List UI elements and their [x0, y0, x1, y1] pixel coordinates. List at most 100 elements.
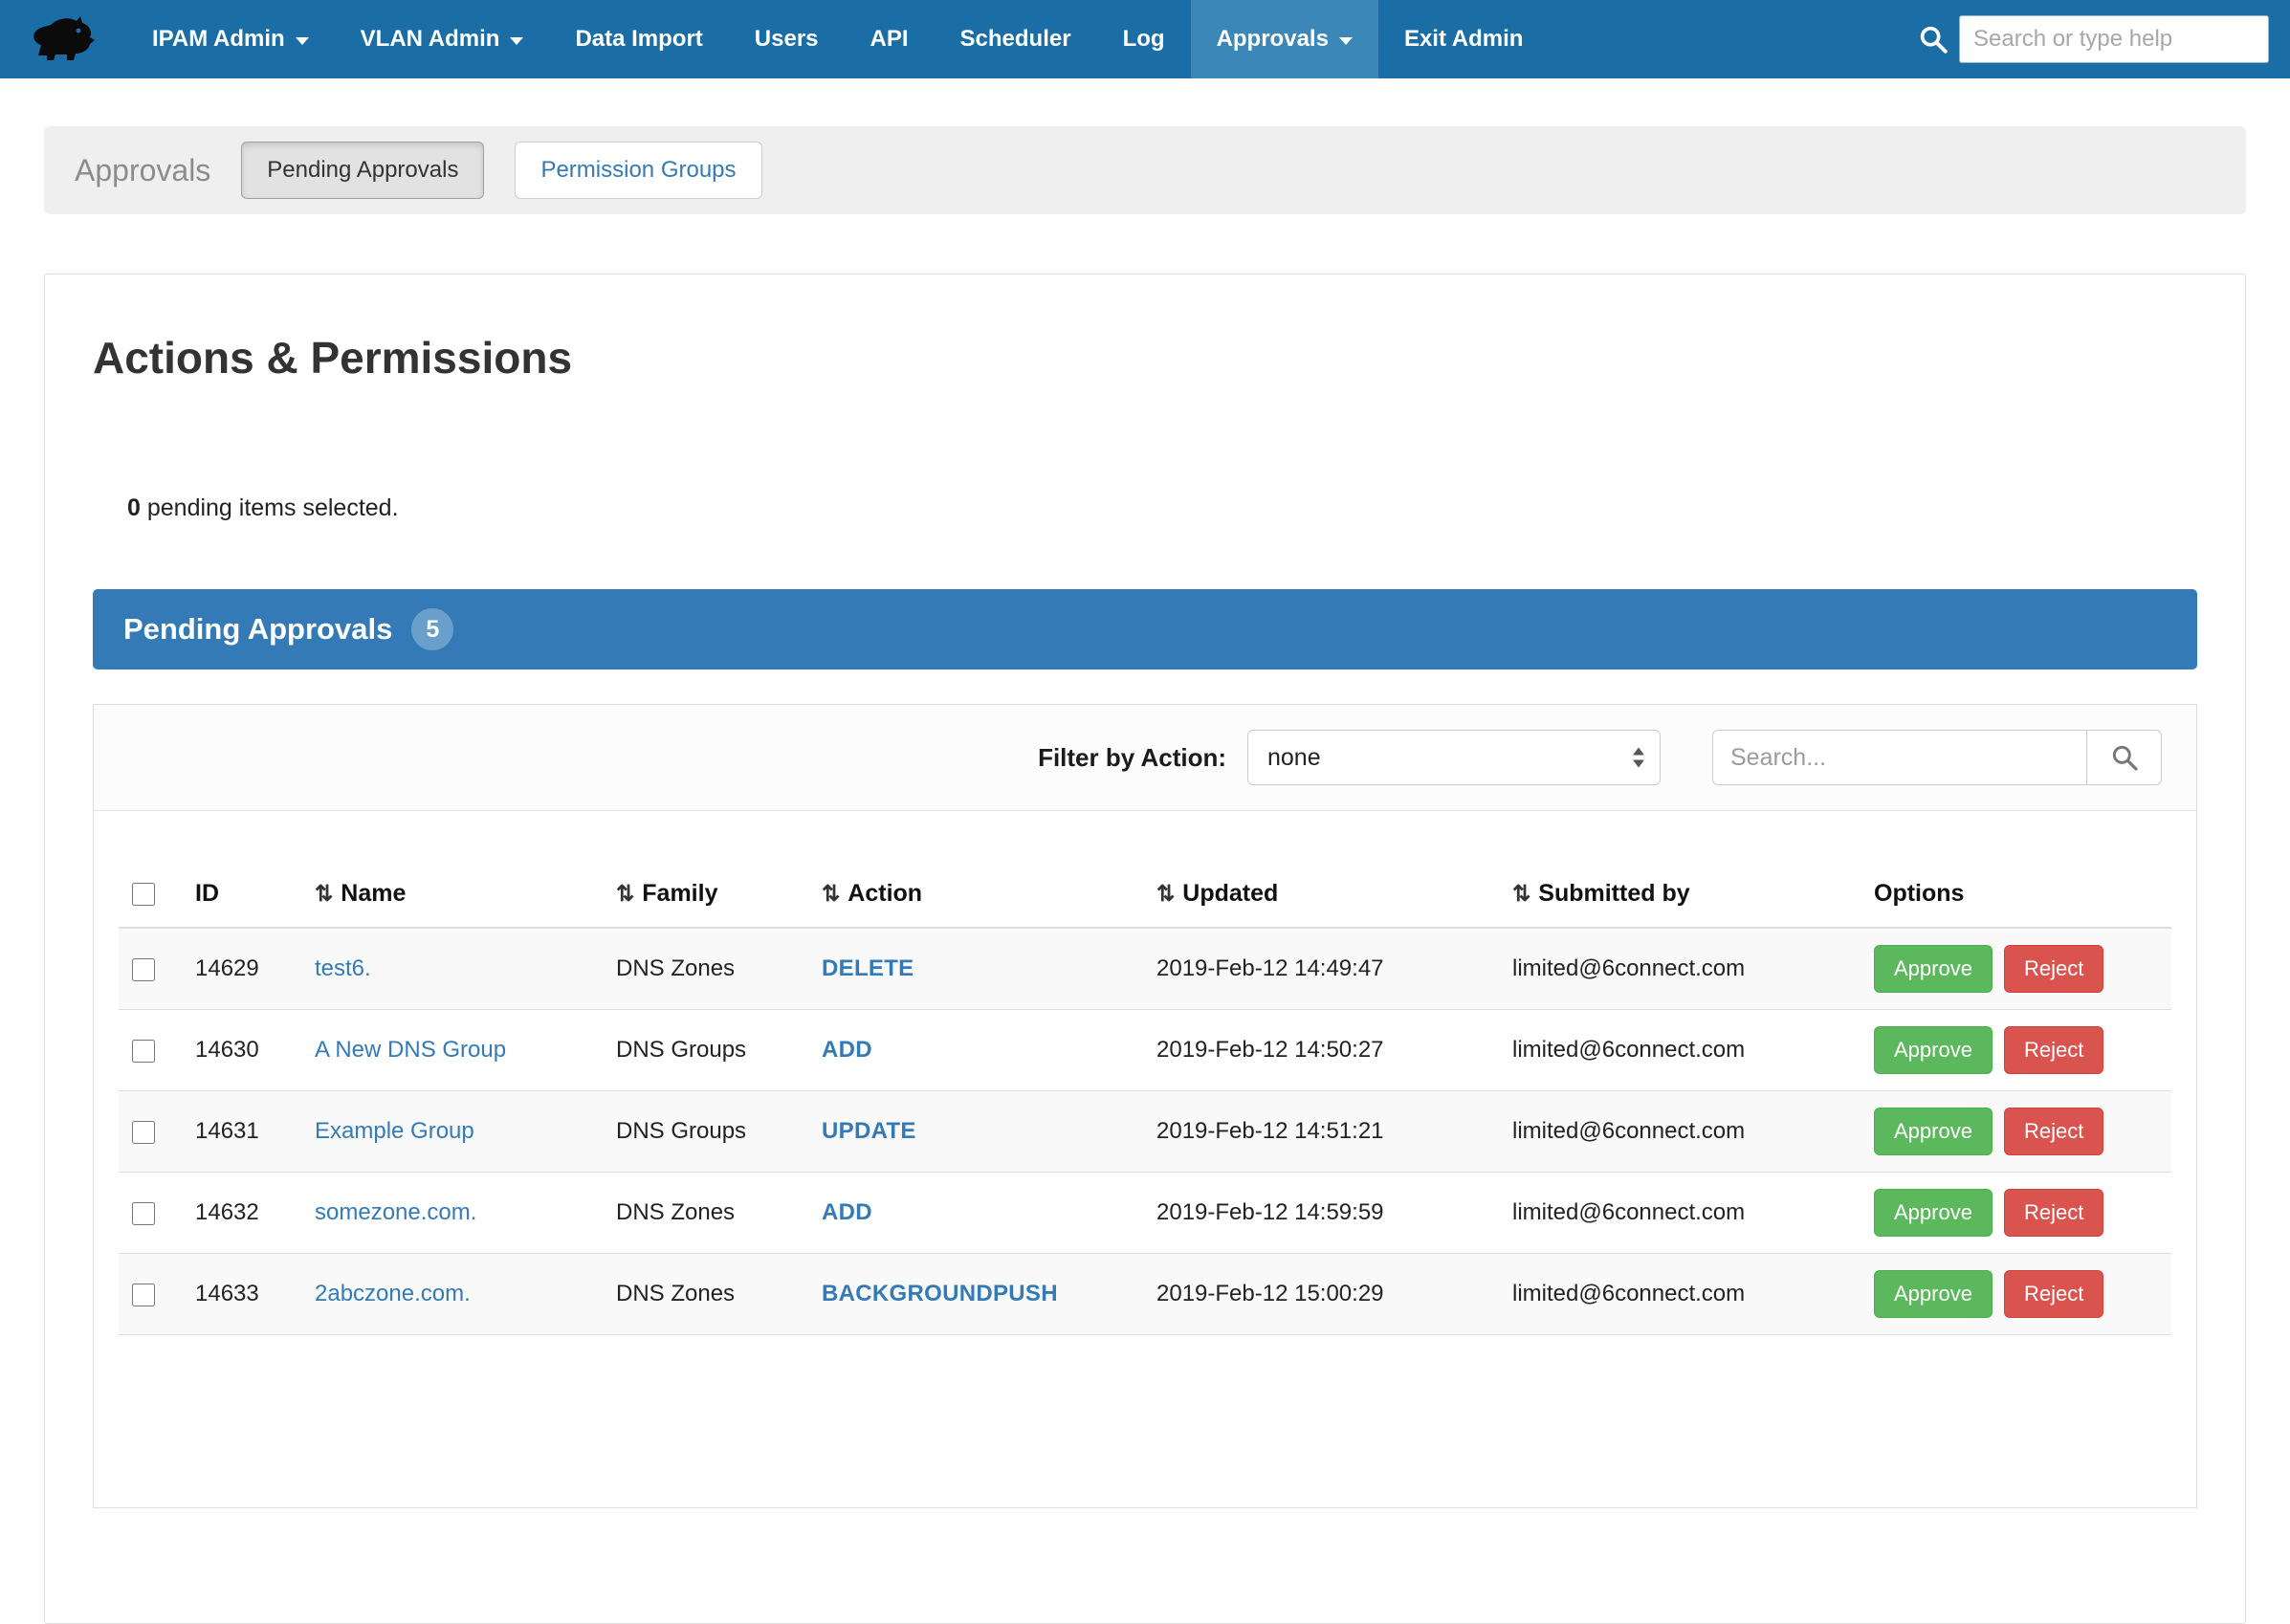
row-name-link[interactable]: 2abczone.com.	[315, 1281, 471, 1306]
select-all-checkbox[interactable]	[132, 883, 155, 906]
filter-by-action-label: Filter by Action:	[1038, 743, 1226, 773]
table-search-group	[1712, 730, 2162, 785]
sort-icon: ⇅	[1512, 881, 1530, 906]
row-checkbox[interactable]	[132, 1202, 155, 1225]
nav-label: Approvals	[1217, 26, 1329, 53]
row-updated: 2019-Feb-12 14:49:47	[1143, 928, 1499, 1010]
selected-count: 0	[127, 494, 141, 521]
nav-label: Scheduler	[960, 26, 1071, 53]
approve-button[interactable]: Approve	[1874, 1270, 1993, 1318]
pending-count-badge: 5	[411, 608, 453, 650]
search-icon	[1917, 23, 1949, 55]
approve-button[interactable]: Approve	[1874, 945, 1993, 993]
row-checkbox[interactable]	[132, 1121, 155, 1144]
sort-icon: ⇅	[1156, 881, 1175, 906]
row-updated: 2019-Feb-12 14:50:27	[1143, 1010, 1499, 1091]
table-row: 14631 Example Group DNS Groups UPDATE 20…	[119, 1091, 2171, 1173]
section-heading: Actions & Permissions	[93, 332, 2197, 384]
pending-approvals-tab[interactable]: Pending Approvals	[241, 142, 484, 199]
nav-approvals[interactable]: Approvals	[1191, 0, 1378, 78]
pending-approvals-panel-header: Pending Approvals 5	[93, 589, 2197, 669]
sort-icon: ⇅	[822, 881, 840, 906]
approve-button[interactable]: Approve	[1874, 1108, 1993, 1155]
table-search-input[interactable]	[1712, 730, 2087, 785]
reject-button[interactable]: Reject	[2004, 945, 2103, 993]
nav-users[interactable]: Users	[729, 0, 845, 78]
reject-button[interactable]: Reject	[2004, 1189, 2103, 1237]
caret-down-icon	[510, 37, 523, 45]
row-name-link[interactable]: somezone.com.	[315, 1199, 476, 1225]
global-search	[1917, 0, 2269, 78]
nav-ipam-admin[interactable]: IPAM Admin	[126, 0, 335, 78]
row-family: DNS Groups	[603, 1010, 808, 1091]
table-filter-row: Filter by Action: none	[94, 705, 2196, 811]
nav-log[interactable]: Log	[1097, 0, 1191, 78]
reject-button[interactable]: Reject	[2004, 1026, 2103, 1074]
approve-button[interactable]: Approve	[1874, 1189, 1993, 1237]
row-submitted-by: limited@6connect.com	[1499, 1254, 1861, 1335]
global-search-input[interactable]	[1959, 15, 2269, 63]
search-icon	[2109, 742, 2140, 773]
col-family[interactable]: ⇅Family	[603, 865, 808, 928]
row-submitted-by: limited@6connect.com	[1499, 1010, 1861, 1091]
row-action-link[interactable]: DELETE	[822, 955, 914, 981]
row-name-link[interactable]: Example Group	[315, 1118, 474, 1144]
table-row: 14629 test6. DNS Zones DELETE 2019-Feb-1…	[119, 928, 2171, 1010]
nav-menu: IPAM Admin VLAN Admin Data Import Users …	[126, 0, 1549, 78]
col-name[interactable]: ⇅Name	[301, 865, 603, 928]
col-id[interactable]: ID	[182, 865, 301, 928]
panel-title: Pending Approvals	[123, 612, 392, 647]
caret-down-icon	[1339, 37, 1353, 45]
row-family: DNS Groups	[603, 1091, 808, 1173]
reject-button[interactable]: Reject	[2004, 1270, 2103, 1318]
nav-label: Data Import	[575, 26, 702, 53]
table-row: 14632 somezone.com. DNS Zones ADD 2019-F…	[119, 1173, 2171, 1254]
col-options: Options	[1861, 865, 2171, 928]
nav-label: Users	[755, 26, 819, 53]
top-navbar: IPAM Admin VLAN Admin Data Import Users …	[0, 0, 2290, 78]
permission-groups-tab[interactable]: Permission Groups	[515, 142, 761, 199]
approvals-table-wrap: ID ⇅Name ⇅Family ⇅Action ⇅Updated ⇅Submi…	[94, 811, 2196, 1507]
filter-action-select[interactable]: none	[1247, 730, 1661, 785]
row-action-link[interactable]: BACKGROUNDPUSH	[822, 1281, 1058, 1306]
nav-data-import[interactable]: Data Import	[549, 0, 728, 78]
row-action-link[interactable]: UPDATE	[822, 1118, 916, 1144]
caret-down-icon	[296, 37, 309, 45]
row-updated: 2019-Feb-12 14:51:21	[1143, 1091, 1499, 1173]
rhino-logo-icon	[31, 15, 96, 63]
nav-label: IPAM Admin	[152, 26, 285, 53]
row-checkbox[interactable]	[132, 1284, 155, 1306]
row-action-link[interactable]: ADD	[822, 1199, 872, 1225]
row-submitted-by: limited@6connect.com	[1499, 1173, 1861, 1254]
approvals-table: ID ⇅Name ⇅Family ⇅Action ⇅Updated ⇅Submi…	[119, 865, 2171, 1335]
row-id: 14633	[182, 1254, 301, 1335]
selected-count-line: 0 pending items selected.	[127, 494, 2197, 522]
row-checkbox[interactable]	[132, 1040, 155, 1063]
page-title: Approvals	[75, 153, 210, 188]
row-id: 14630	[182, 1010, 301, 1091]
col-updated[interactable]: ⇅Updated	[1143, 865, 1499, 928]
approve-button[interactable]: Approve	[1874, 1026, 1993, 1074]
row-id: 14631	[182, 1091, 301, 1173]
row-updated: 2019-Feb-12 14:59:59	[1143, 1173, 1499, 1254]
nav-exit-admin[interactable]: Exit Admin	[1378, 0, 1549, 78]
row-action-link[interactable]: ADD	[822, 1037, 872, 1063]
nav-scheduler[interactable]: Scheduler	[935, 0, 1097, 78]
row-name-link[interactable]: A New DNS Group	[315, 1037, 506, 1063]
sort-icon: ⇅	[315, 881, 333, 906]
row-submitted-by: limited@6connect.com	[1499, 1091, 1861, 1173]
col-submitted-by[interactable]: ⇅Submitted by	[1499, 865, 1861, 928]
nav-label: Log	[1123, 26, 1165, 53]
row-name-link[interactable]: test6.	[315, 955, 371, 981]
col-action[interactable]: ⇅Action	[808, 865, 1143, 928]
row-checkbox[interactable]	[132, 958, 155, 981]
row-updated: 2019-Feb-12 15:00:29	[1143, 1254, 1499, 1335]
provision-logo[interactable]	[0, 0, 126, 78]
nav-api[interactable]: API	[845, 0, 935, 78]
table-search-button[interactable]	[2087, 730, 2162, 785]
reject-button[interactable]: Reject	[2004, 1108, 2103, 1155]
row-id: 14632	[182, 1173, 301, 1254]
nav-vlan-admin[interactable]: VLAN Admin	[335, 0, 550, 78]
row-family: DNS Zones	[603, 1173, 808, 1254]
nav-label: Exit Admin	[1404, 26, 1523, 53]
